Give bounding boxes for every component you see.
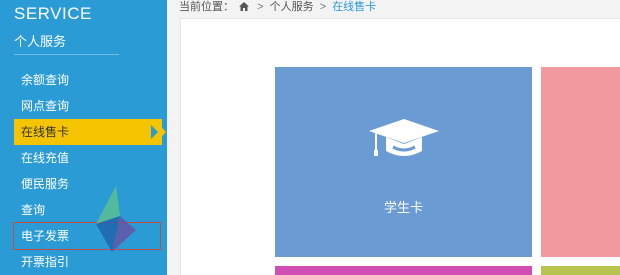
breadcrumb-separator: > (319, 1, 327, 13)
sidebar-item-label: 开票指引 (21, 255, 70, 269)
breadcrumb: 当前位置： > 个人服务 > 在线售卡 (179, 0, 376, 14)
sidebar-item-outlet-query[interactable]: 网点查询 (14, 93, 162, 119)
graduation-cap-icon (369, 119, 439, 156)
home-icon[interactable] (239, 2, 250, 11)
sidebar-divider (14, 54, 119, 55)
student-card-tile[interactable]: 学生卡 (275, 67, 532, 257)
breadcrumb-current[interactable]: 在线售卡 (332, 1, 376, 13)
breadcrumb-prefix: 当前位置： (179, 1, 234, 13)
sidebar-item-label: 在线售卡 (21, 125, 70, 139)
breadcrumb-link-personal-services[interactable]: 个人服务 (270, 1, 314, 13)
sidebar-brand-title: SERVICE (14, 4, 92, 23)
sidebar-item-label: 余额查询 (21, 73, 70, 87)
card-tile-3[interactable] (275, 266, 532, 275)
main-content: 当前位置： > 个人服务 > 在线售卡 学生卡 (167, 0, 620, 275)
sidebar-item-online-recharge[interactable]: 在线充值 (14, 145, 162, 171)
sidebar-item-invoice-guide[interactable]: 开票指引 (14, 249, 162, 275)
sidebar: SERVICE 个人服务 余额查询 网点查询 在线售卡 在线充值 便民服务 查询… (0, 0, 167, 275)
card-tile-4[interactable] (541, 266, 620, 275)
card-tile-2[interactable] (541, 67, 620, 257)
sidebar-item-label: 网点查询 (21, 99, 70, 113)
sidebar-item-label: 便民服务 (21, 177, 70, 191)
breadcrumb-separator: > (257, 1, 264, 13)
sidebar-item-label: 在线充值 (21, 151, 70, 165)
sidebar-item-label: 查询 (21, 203, 46, 217)
page: SERVICE 个人服务 余额查询 网点查询 在线售卡 在线充值 便民服务 查询… (0, 0, 620, 275)
sidebar-item-label: 电子发票 (21, 229, 70, 243)
student-card-label: 学生卡 (383, 200, 423, 215)
chevron-right-icon (150, 125, 158, 139)
sidebar-item-balance-query[interactable]: 余额查询 (14, 67, 162, 93)
sidebar-section-title: 个人服务 (14, 34, 67, 49)
sidebar-item-online-card-sale[interactable]: 在线售卡 (14, 119, 166, 145)
watermark-logo-icon (96, 186, 136, 252)
